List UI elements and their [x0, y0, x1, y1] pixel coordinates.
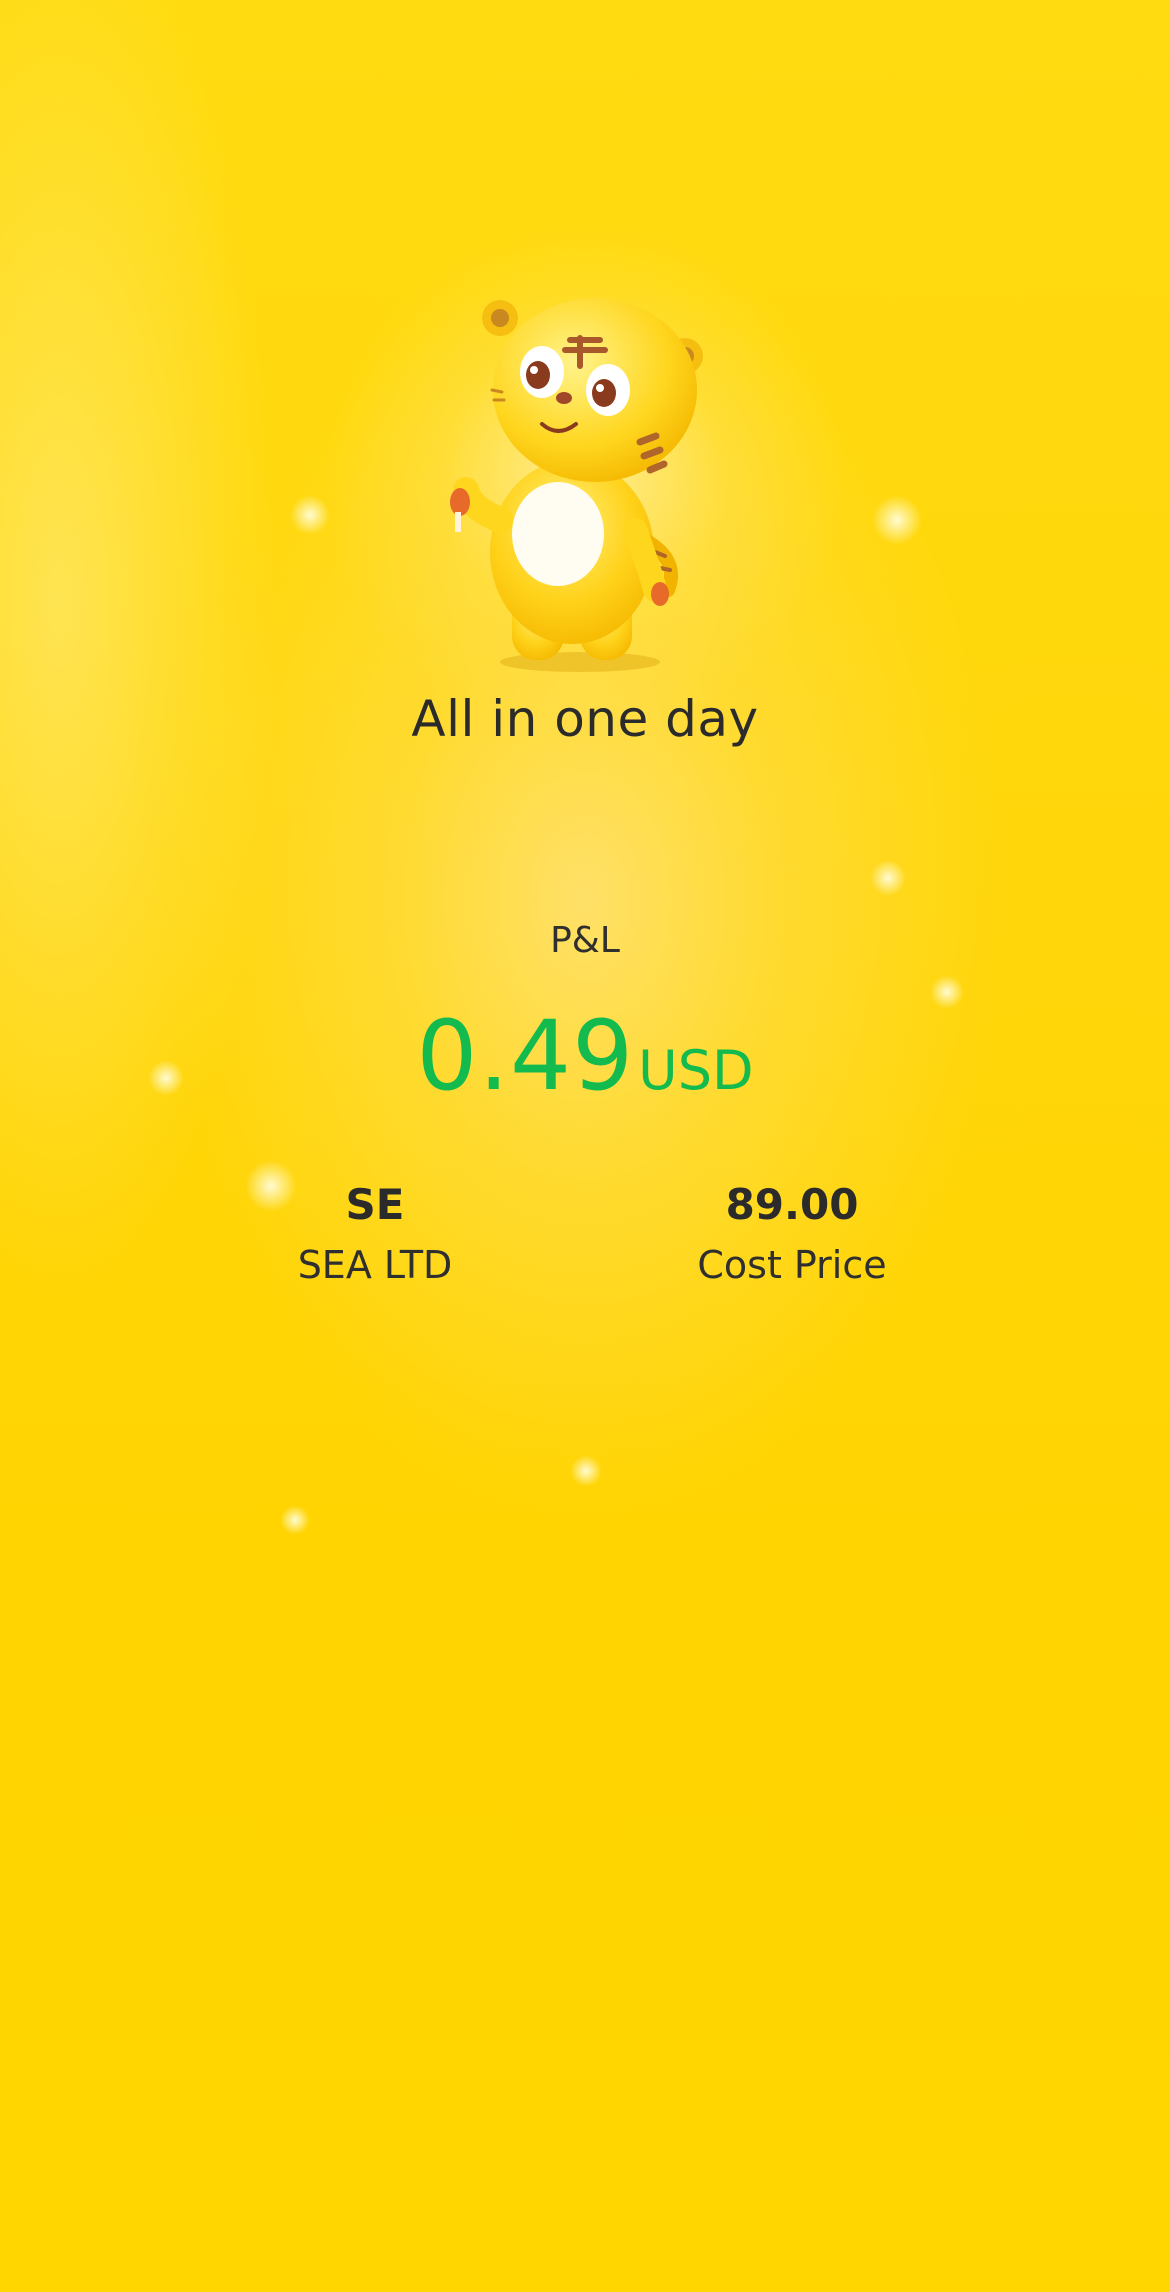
sparkle-decoration: [872, 495, 922, 545]
pnl-value: 0.49USD: [0, 1000, 1170, 1112]
tiger-mascot-icon: [450, 298, 703, 672]
pnl-label: P&L: [550, 920, 620, 961]
sparkle-decoration: [290, 495, 330, 535]
cost-price-label: Cost Price: [697, 1243, 887, 1287]
sparkle-decoration: [570, 1455, 602, 1487]
cost-price-value: 89.00: [725, 1180, 859, 1229]
sparkle-decoration: [870, 860, 906, 896]
pnl-currency: USD: [638, 1039, 754, 1102]
pnl-amount: 0.49: [416, 1000, 635, 1112]
page-title: All in one day: [411, 690, 759, 748]
sparkle-decoration: [280, 1505, 310, 1535]
cost-info: 89.00 Cost Price: [592, 1180, 992, 1287]
stock-name: SEA LTD: [297, 1243, 453, 1287]
stock-info: SE SEA LTD: [175, 1180, 575, 1287]
stock-ticker: SE: [345, 1180, 405, 1229]
